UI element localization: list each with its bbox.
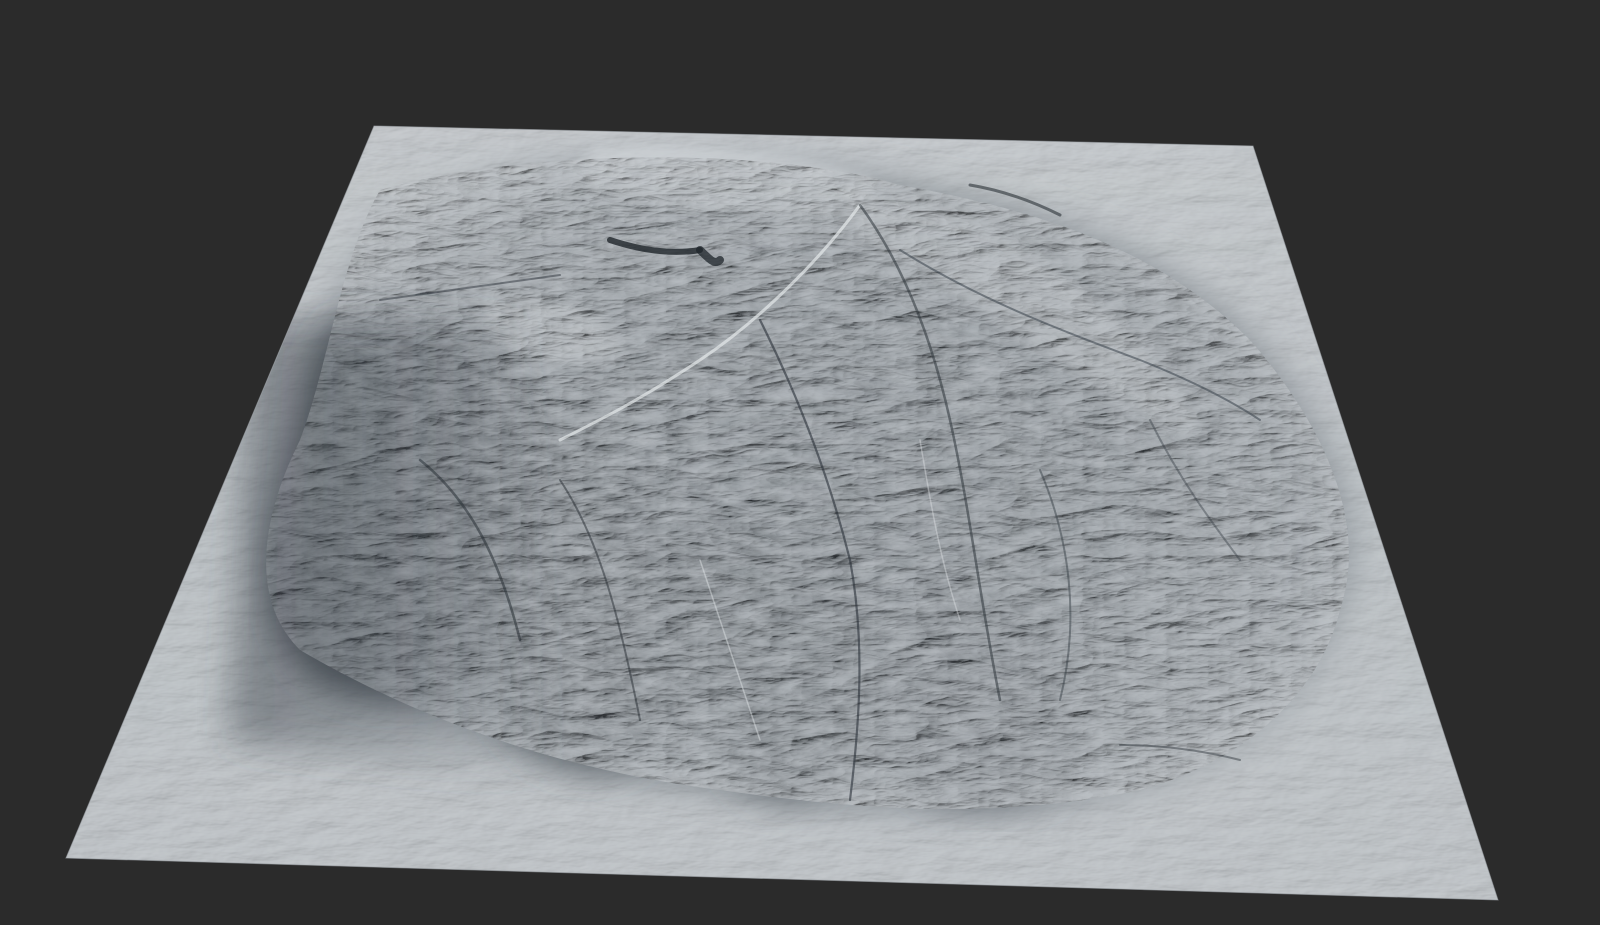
terrain-render	[65, 125, 1499, 901]
render-viewport	[0, 0, 1600, 925]
